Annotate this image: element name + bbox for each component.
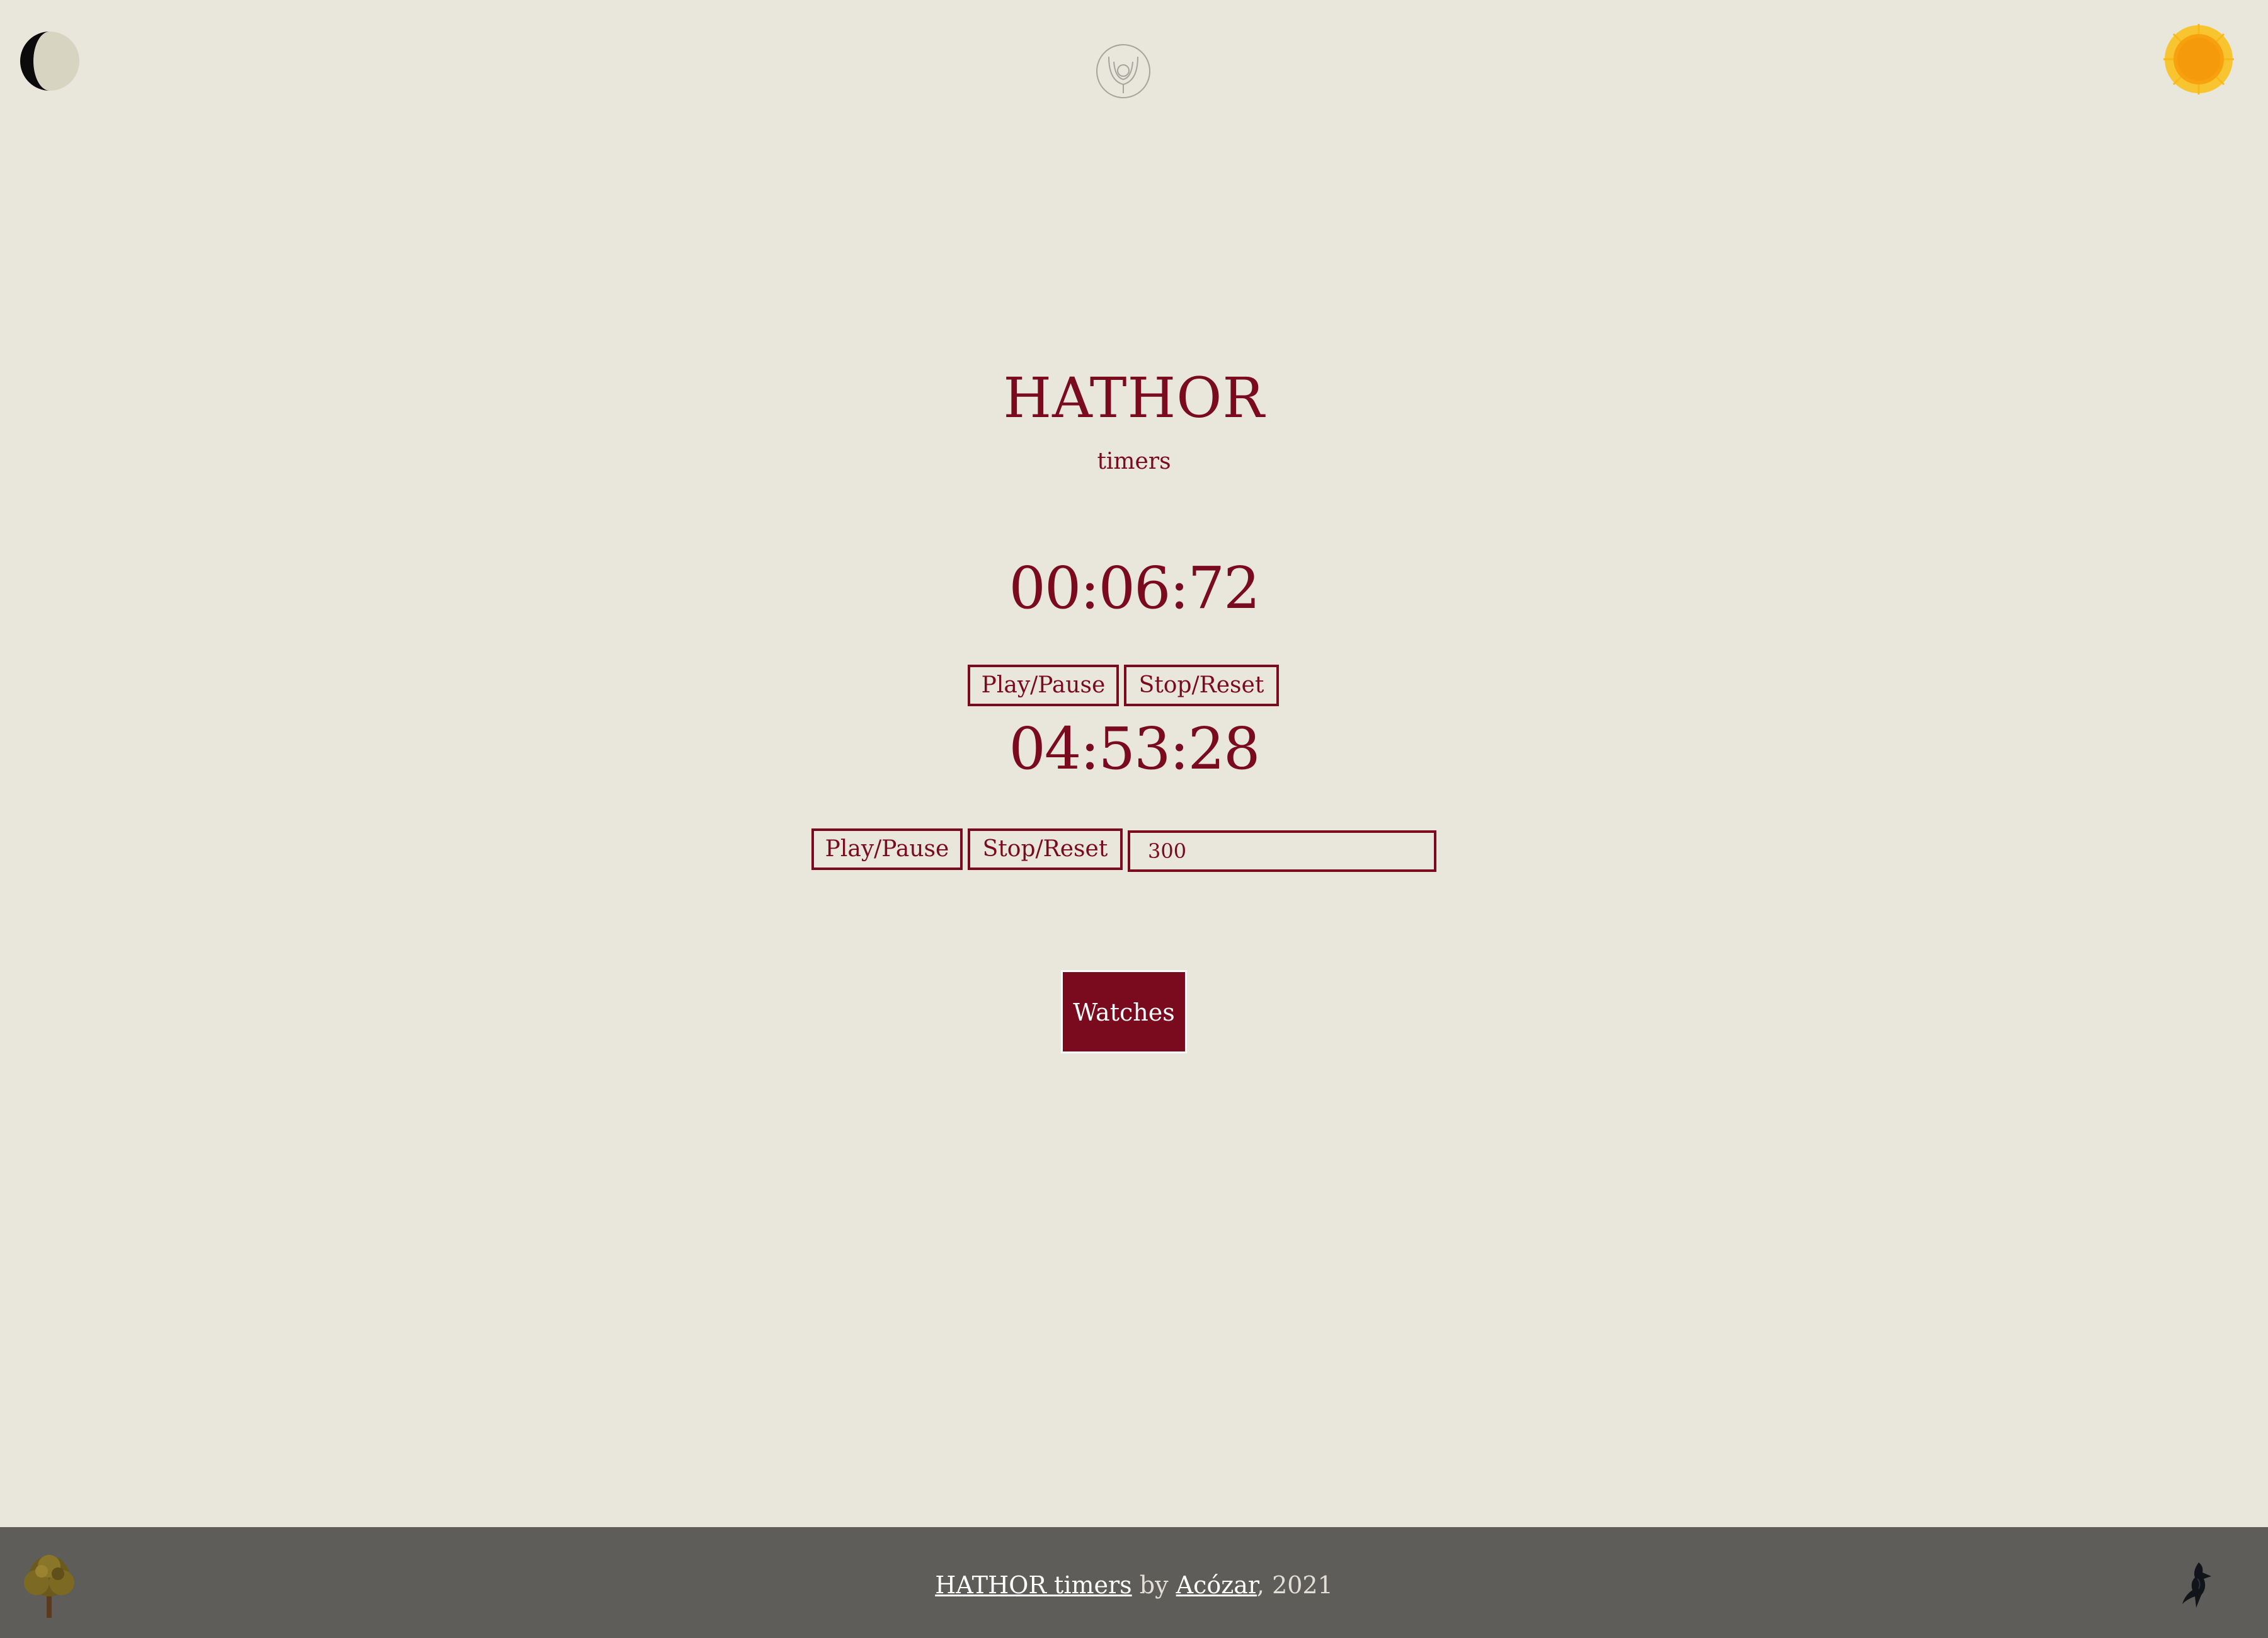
countdown-display: 04:53:28 [1009,715,1260,782]
hathor-logo-icon[interactable] [1095,43,1152,100]
footer-year-text: , 2021 [1256,1571,1333,1599]
footer-hathor-link[interactable]: HATHOR timers [935,1571,1131,1599]
stopwatch-play-pause-button[interactable]: Play/Pause [968,665,1119,706]
sun-icon[interactable] [2162,23,2235,96]
countdown-stop-reset-button[interactable]: Stop/Reset [968,828,1123,870]
half-moon-icon[interactable] [19,30,81,92]
footer-by-text: by [1131,1571,1176,1599]
footer-author-link[interactable]: Acózar [1176,1571,1257,1599]
footer: HATHOR timers by Acózar, 2021 [0,1527,2268,1638]
page-subtitle: timers [1097,449,1171,474]
stopwatch-stop-reset-button[interactable]: Stop/Reset [1124,665,1279,706]
stopwatch-display: 00:06:72 [1009,554,1260,622]
bird-icon[interactable] [2174,1560,2218,1610]
page-title: HATHOR [1003,365,1265,430]
countdown-seconds-input[interactable] [1128,830,1436,872]
footer-credits: HATHOR timers by Acózar, 2021 [0,1571,2268,1599]
watches-button[interactable]: Watches [1061,970,1187,1053]
countdown-play-pause-button[interactable]: Play/Pause [811,828,963,870]
